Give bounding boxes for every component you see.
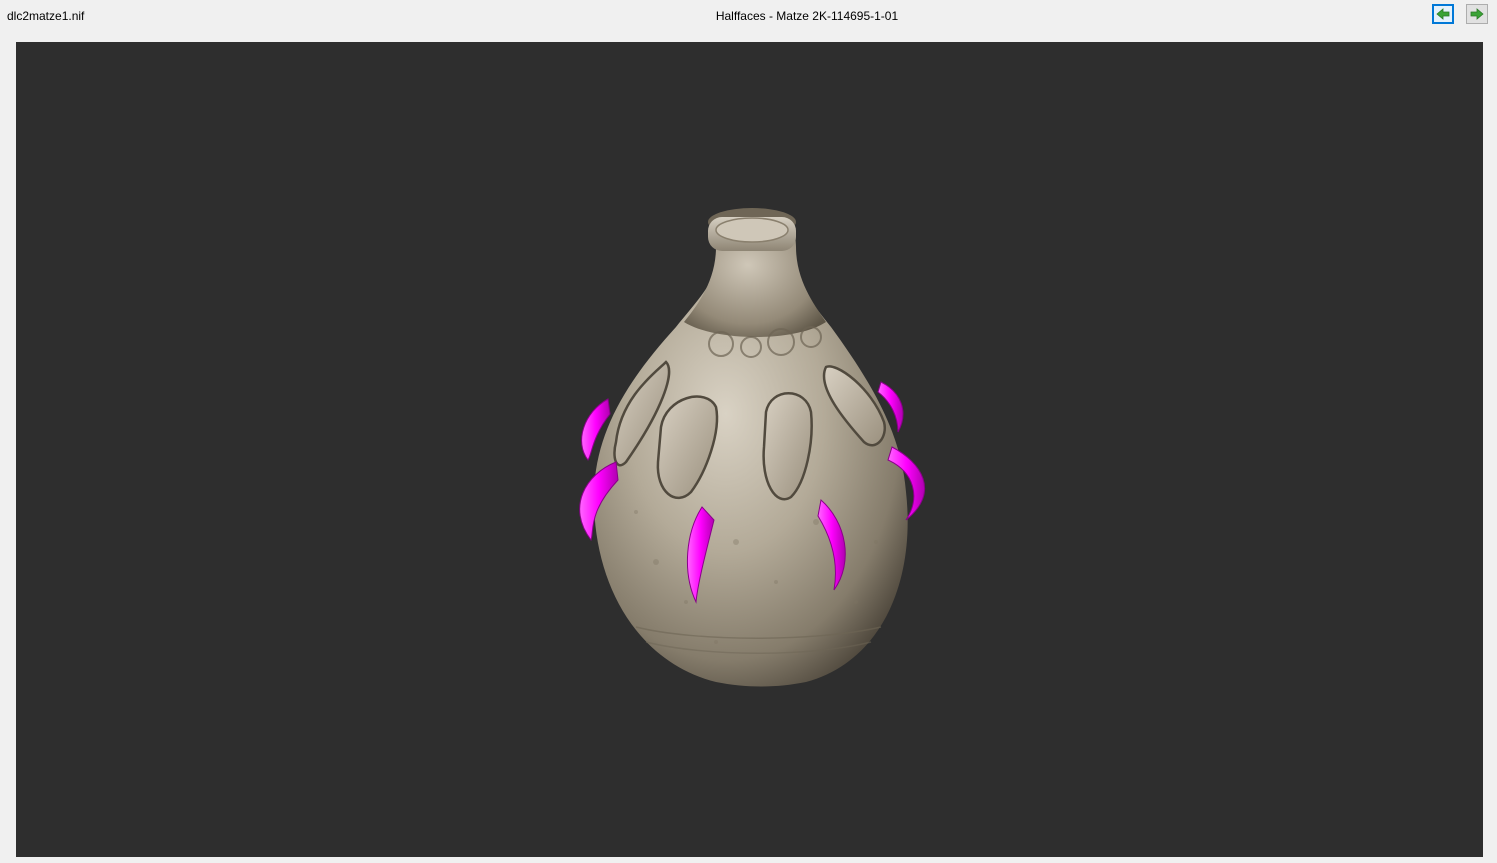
arrow-right-icon — [1470, 8, 1484, 20]
model-render — [579, 208, 926, 687]
file-name: dlc2matze1.nif — [7, 9, 85, 23]
arrow-left-icon — [1436, 8, 1450, 20]
title-bar: dlc2matze1.nif Halffaces - Matze 2K-1146… — [0, 0, 1497, 32]
next-button[interactable] — [1466, 4, 1488, 24]
window-title: Halffaces - Matze 2K-114695-1-01 — [715, 9, 899, 23]
previous-button[interactable] — [1432, 4, 1454, 24]
jug-model — [593, 208, 908, 687]
3d-viewport[interactable] — [16, 42, 1483, 857]
